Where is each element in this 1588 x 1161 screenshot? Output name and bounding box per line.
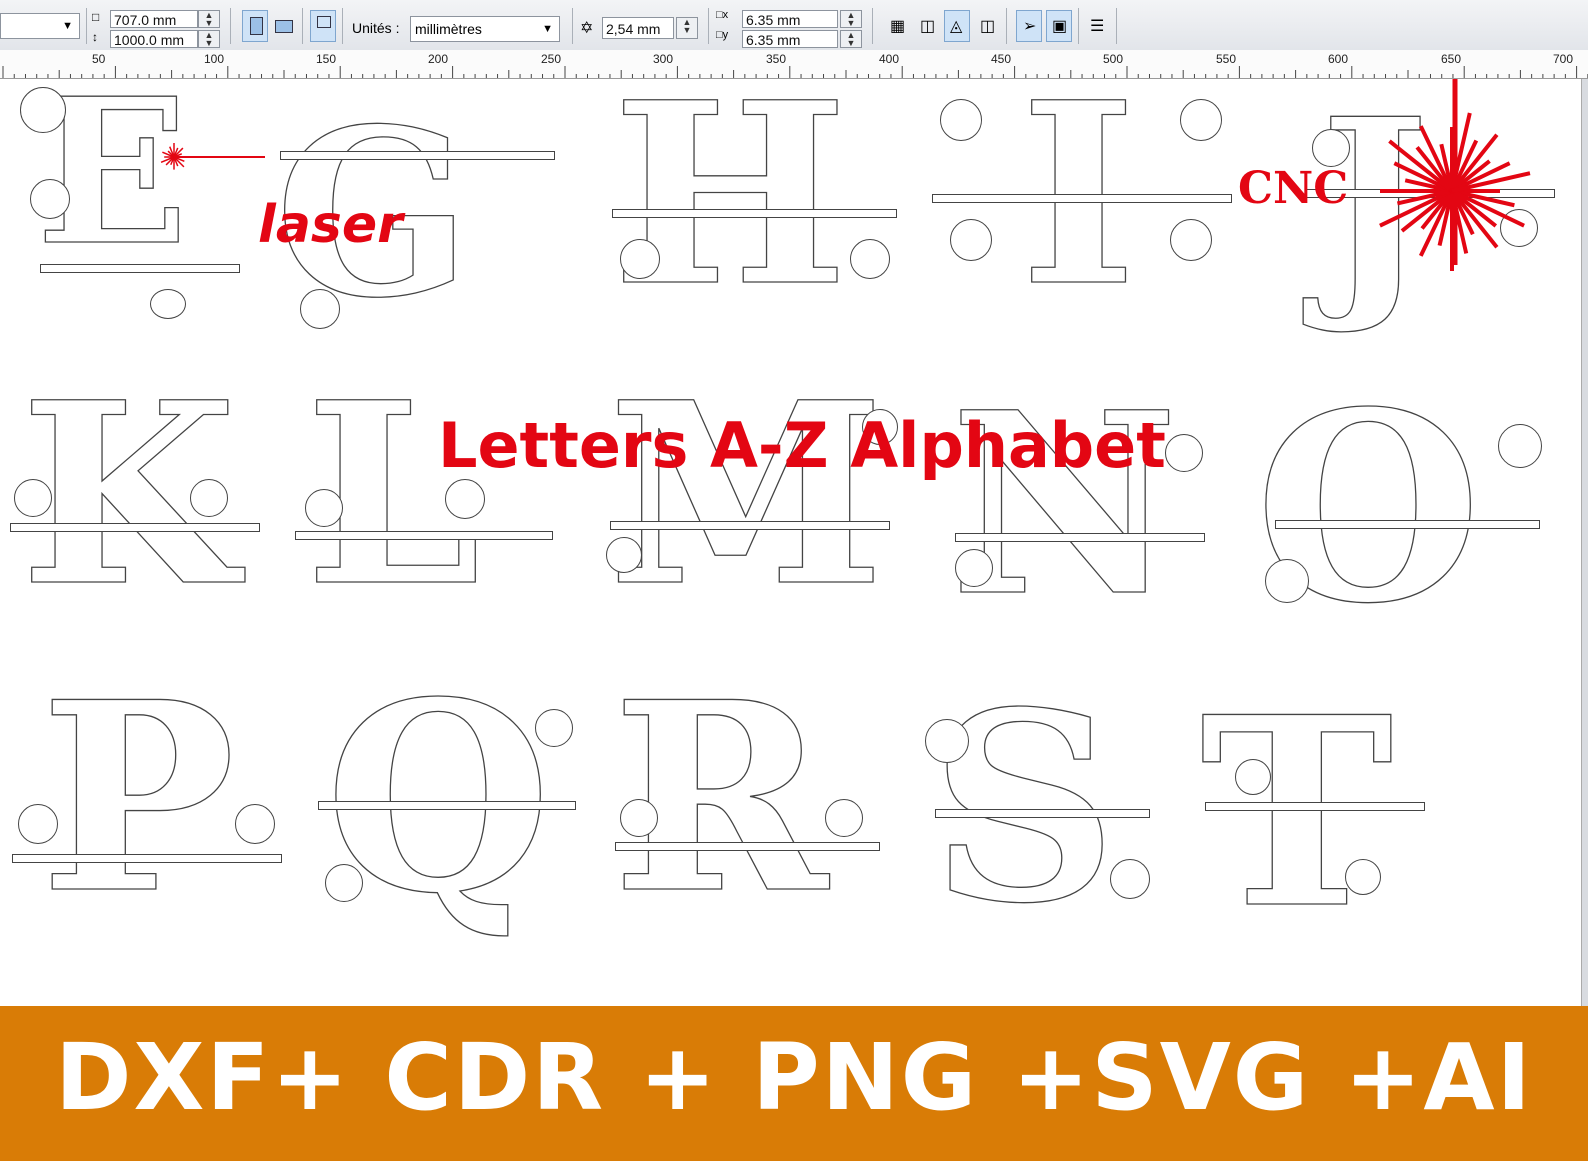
page-title: Letters A-Z Alphabet bbox=[438, 409, 1166, 482]
duplicate-y-stepper[interactable]: ▲ ▼ bbox=[840, 30, 862, 48]
ruler-label: 150 bbox=[316, 52, 337, 66]
vertical-scrollbar[interactable] bbox=[1581, 79, 1588, 1006]
options-button[interactable]: ☰ bbox=[1084, 10, 1110, 42]
laser-label: laser bbox=[258, 195, 403, 255]
duplicate-x-icon: □x bbox=[716, 9, 729, 21]
units-dropdown[interactable]: millimètres ▼ bbox=[410, 16, 560, 42]
drawing-canvas[interactable]: E G H I J K L M N O P Q R S T laser CNC … bbox=[0, 79, 1588, 1006]
width-stepper[interactable]: ▲ ▼ bbox=[198, 10, 220, 28]
cnc-label: CNC bbox=[1238, 163, 1349, 214]
landscape-button[interactable] bbox=[270, 10, 296, 42]
ruler-label: 400 bbox=[879, 52, 900, 66]
width-icon: □ bbox=[92, 10, 100, 24]
ruler-label: 700 bbox=[1553, 52, 1574, 66]
ruler-label: 350 bbox=[766, 52, 787, 66]
width-field[interactable]: 707.0 mm bbox=[110, 10, 198, 28]
distribute-button[interactable]: ◬ bbox=[944, 10, 970, 42]
ruler-ticks bbox=[2, 66, 1588, 78]
ruler-label: 250 bbox=[541, 52, 562, 66]
horizontal-ruler[interactable]: 50 100 150 200 250 300 350 400 450 500 5… bbox=[0, 50, 1588, 79]
property-bar: ▼ □ 707.0 mm ▲ ▼ ↕ 1000.0 mm ▲ ▼ Unités : … bbox=[0, 0, 1588, 51]
preset-dropdown[interactable]: ▼ bbox=[0, 13, 80, 39]
align-button[interactable]: ◫ bbox=[914, 10, 940, 42]
duplicate-x-stepper[interactable]: ▲ ▼ bbox=[840, 10, 862, 28]
page-layout-icon bbox=[317, 16, 331, 28]
portrait-button[interactable] bbox=[242, 10, 268, 42]
duplicate-x-field[interactable]: 6.35 mm bbox=[742, 10, 838, 28]
align-icon: ◫ bbox=[920, 18, 936, 35]
chevron-down-icon: ▼ bbox=[542, 23, 553, 35]
pick-tool-button[interactable]: ➢ bbox=[1016, 10, 1042, 42]
distribute-icon: ◬ bbox=[950, 18, 963, 35]
height-field[interactable]: 1000.0 mm bbox=[110, 30, 198, 48]
select-icon: ▣ bbox=[1052, 18, 1068, 35]
snap-grid-button[interactable]: ▦ bbox=[884, 10, 910, 42]
list-icon: ☰ bbox=[1090, 18, 1105, 35]
ruler-label: 600 bbox=[1328, 52, 1349, 66]
ruler-label: 650 bbox=[1441, 52, 1462, 66]
nudge-icon: ✡ bbox=[580, 20, 594, 37]
landscape-icon bbox=[275, 20, 293, 33]
duplicate-y-field[interactable]: 6.35 mm bbox=[742, 30, 838, 48]
transform-icon: ◫ bbox=[980, 18, 996, 35]
ruler-label: 100 bbox=[204, 52, 225, 66]
grid-icon: ▦ bbox=[890, 18, 906, 35]
height-icon: ↕ bbox=[92, 30, 98, 44]
ruler-label: 50 bbox=[92, 52, 106, 66]
transform-button[interactable]: ◫ bbox=[974, 10, 1000, 42]
nudge-distance-field[interactable]: 2,54 mm bbox=[602, 17, 674, 39]
units-label: Unités : bbox=[352, 20, 400, 36]
duplicate-y-icon: □y bbox=[716, 29, 729, 41]
ruler-label: 550 bbox=[1216, 52, 1237, 66]
format-banner: DXF+ CDR + PNG +SVG +AI bbox=[0, 1006, 1588, 1161]
laser-beam-graphic bbox=[160, 79, 1531, 271]
ruler-label: 200 bbox=[428, 52, 449, 66]
cursor-icon: ➢ bbox=[1023, 18, 1037, 35]
format-banner-text: DXF+ CDR + PNG +SVG +AI bbox=[55, 1024, 1533, 1131]
height-stepper[interactable]: ▲ ▼ bbox=[198, 30, 220, 48]
nudge-stepper[interactable]: ▲ ▼ bbox=[676, 17, 698, 39]
ruler-label: 500 bbox=[1103, 52, 1124, 66]
portrait-icon bbox=[250, 17, 263, 35]
ruler-label: 450 bbox=[991, 52, 1012, 66]
units-value: millimètres bbox=[415, 21, 482, 37]
ruler-label: 300 bbox=[653, 52, 674, 66]
page-layout-button[interactable] bbox=[310, 10, 336, 42]
chevron-down-icon: ▼ bbox=[62, 20, 73, 32]
select-tool-button[interactable]: ▣ bbox=[1046, 10, 1072, 42]
